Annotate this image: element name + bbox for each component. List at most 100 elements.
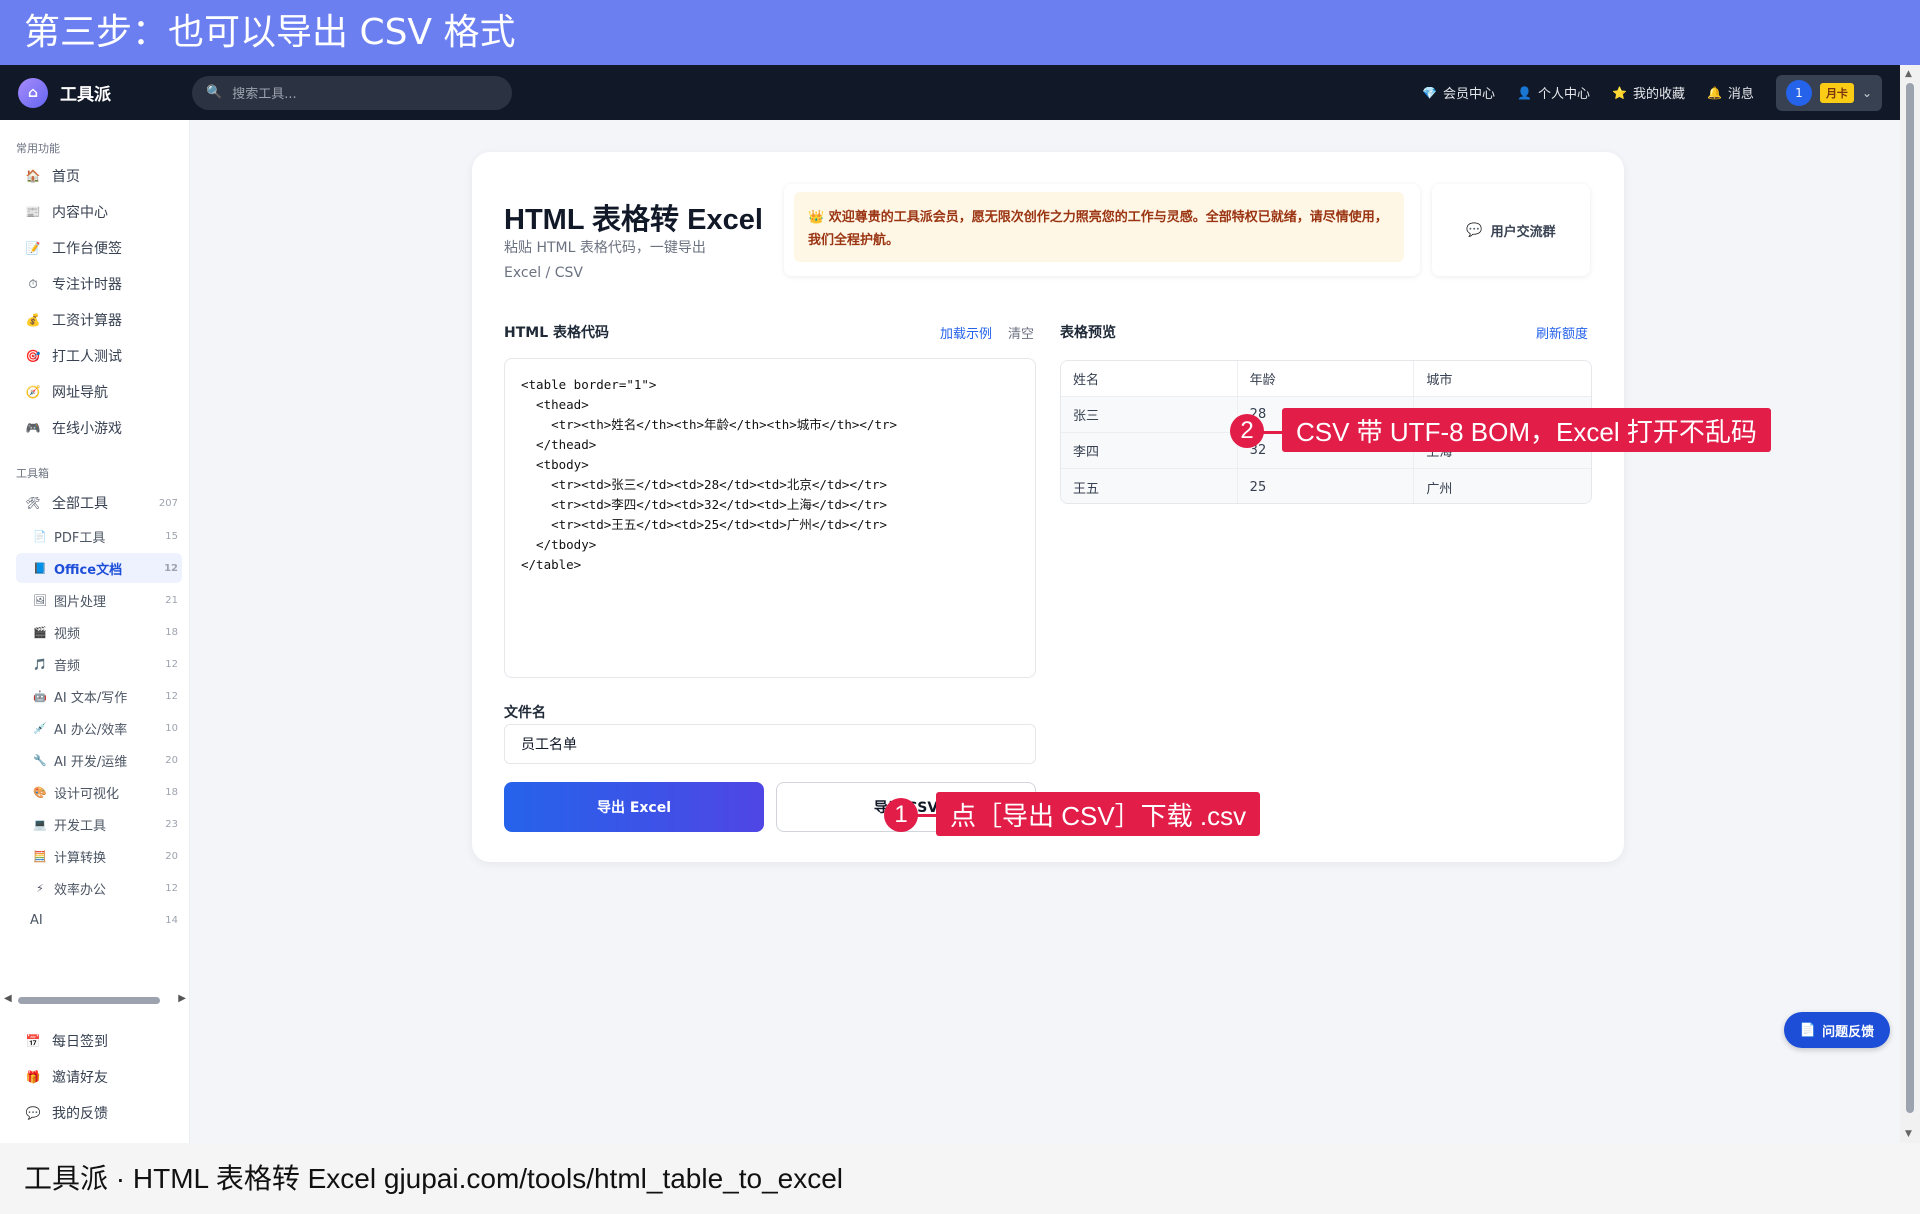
member-notice-text: 欢迎尊贵的工具派会员，愿无限次创作之力照亮您的工作与灵感。全部特权已就绪，请尽情… [808,210,1388,248]
target-icon: 🎯 [25,349,41,363]
sidebar-item-label: 打工人测试 [52,349,122,365]
chat-icon: 💬 [25,1106,41,1120]
sidebar-item-dev-tools[interactable]: 💻 开发工具 23 [16,809,182,839]
page-scrollbar[interactable]: ▲ ▼ [1900,65,1920,1143]
tool-count: 12 [164,562,178,574]
table-header-cell: 年龄 [1238,361,1415,396]
brand-logo-icon: ⌂ [18,77,48,108]
chevron-down-icon: ⌄ [1861,85,1872,100]
refresh-quota-link[interactable]: 刷新额度 [1536,323,1588,342]
nav-right: 💎 会员中心 👤 个人中心 ⭐ 我的收藏 🔔 消息 1 月卡 ⌄ [1422,74,1882,111]
member-notice: 👑 欢迎尊贵的工具派会员，愿无限次创作之力照亮您的工作与灵感。全部特权已就绪，请… [794,192,1404,262]
sidebar-item-video[interactable]: 🎬 视频 18 [16,617,182,647]
bell-icon: 🔔 [1706,85,1722,100]
sidebar-item-timer[interactable]: ⏱ 专注计时器 [16,269,182,299]
tool-count: 12 [165,882,178,894]
member-notice-box: 👑 欢迎尊贵的工具派会员，愿无限次创作之力照亮您的工作与灵感。全部特权已就绪，请… [784,184,1420,276]
bottom-caption: 工具派 · HTML 表格转 Excel gjupai.com/tools/ht… [0,1143,1920,1214]
sidebar-item-label: 设计可视化 [54,786,120,802]
money-icon: 💰 [25,313,41,327]
crown-icon: 👑 [808,210,825,225]
nav-favorites-label: 我的收藏 [1632,87,1685,102]
sidebar-item-label: 音频 [54,658,81,674]
scroll-down-icon[interactable]: ▼ [1905,1129,1912,1139]
tool-count: 20 [165,850,178,862]
sidebar-item-ai-dev[interactable]: 🔧 AI 开发/运维 20 [16,745,182,775]
star-icon: ⭐ [1612,85,1627,100]
scrollbar-thumb[interactable] [18,997,160,1004]
sidebar-item-label: 全部工具 [52,496,108,512]
user-menu[interactable]: 1 月卡 ⌄ [1775,74,1882,111]
sidebar-item-ai-writing[interactable]: 🤖 AI 文本/写作 12 [16,681,182,711]
nav-profile[interactable]: 👤 个人中心 [1517,83,1590,103]
annotation-callout-2: CSV 带 UTF-8 BOM，Excel 打开不乱码 [1282,408,1771,452]
table-cell: 张三 [1061,397,1238,432]
gift-icon: 🎁 [25,1070,41,1084]
nav-favorites[interactable]: ⭐ 我的收藏 [1612,83,1685,103]
sidebar-item-content[interactable]: 📰 内容中心 [16,197,182,227]
home-icon: 🏠 [25,169,41,183]
memo-icon: 📝 [25,241,41,255]
calculator-icon: 🧮 [33,849,47,863]
table-header-cell: 城市 [1426,373,1453,388]
timer-icon: ⏱ [28,276,38,291]
sidebar-item-image[interactable]: 🖼 图片处理 21 [16,585,182,615]
user-group-button[interactable]: 💬 用户交流群 [1432,184,1590,276]
sidebar-item-memo[interactable]: 📝 工作台便签 [16,233,182,263]
sidebar-item-checkin[interactable]: 📅 每日签到 [16,1026,182,1056]
sidebar-item-nav[interactable]: 🧭 网址导航 [16,377,182,407]
sidebar-item-label: 开发工具 [54,818,107,834]
scroll-left-icon[interactable]: ◀ [4,993,12,1004]
load-example-link[interactable]: 加载示例 [940,323,992,342]
sidebar-item-audio[interactable]: 🎵 音频 12 [16,649,182,679]
sidebar-item-feedback[interactable]: 💬 我的反馈 [16,1098,182,1128]
pdf-icon: 📄 [33,529,47,543]
sidebar-item-design[interactable]: 🎨 设计可视化 18 [16,777,182,807]
scroll-right-icon[interactable]: ▶ [178,993,186,1004]
scrollbar-thumb[interactable] [1906,83,1914,1113]
sidebar-scrollbar[interactable]: ◀ ▶ [4,993,186,1007]
sidebar-item-label: 内容中心 [52,205,108,221]
sidebar-item-label: 计算转换 [54,850,107,866]
nav-messages[interactable]: 🔔 消息 [1706,83,1754,103]
sidebar-item-salary[interactable]: 💰 工资计算器 [16,305,182,335]
feedback-button[interactable]: 📄 问题反馈 [1784,1012,1890,1048]
search-input[interactable]: 🔍 搜索工具... [192,75,512,110]
tools-icon: 🛠 [25,496,41,510]
sidebar-item-invite[interactable]: 🎁 邀请好友 [16,1062,182,1092]
video-icon: 🎬 [33,625,47,639]
diamond-icon: 💎 [1422,85,1438,100]
sidebar-item-all-tools[interactable]: 🛠 全部工具 207 [16,488,182,518]
export-excel-button[interactable]: 导出 Excel [504,782,764,832]
sidebar-item-pdf[interactable]: 📄 PDF工具 15 [16,521,182,551]
sidebar-item-games[interactable]: 🎮 在线小游戏 [16,413,182,443]
content-icon: 📰 [25,205,41,219]
sidebar-item-ai[interactable]: AI 14 [16,905,182,935]
nav-membership[interactable]: 💎 会员中心 [1422,83,1495,103]
sidebar-item-calc[interactable]: 🧮 计算转换 20 [16,841,182,871]
calendar-icon: 📅 [25,1034,41,1048]
feedback-label: 问题反馈 [1822,1024,1875,1040]
ai-dev-icon: 🔧 [33,753,47,767]
tool-count: 12 [165,690,178,702]
sidebar-item-test[interactable]: 🎯 打工人测试 [16,341,182,371]
sidebar-item-office[interactable]: 📘 Office文档 12 [16,553,182,583]
brand[interactable]: ⌂ 工具派 [18,77,188,108]
scroll-up-icon[interactable]: ▲ [1905,69,1912,79]
table-header-row: 姓名 年龄 城市 [1061,361,1591,397]
tool-count: 12 [165,658,178,670]
nav-messages-label: 消息 [1727,87,1754,102]
sidebar-item-efficiency[interactable]: ⚡ 效率办公 12 [16,873,182,903]
gamepad-icon: 🎮 [25,421,41,435]
table-row: 王五 25 广州 [1061,469,1591,503]
sidebar-item-home[interactable]: 🏠 首页 [16,161,182,191]
sidebar-item-label: 首页 [52,169,80,185]
sidebar-item-label: 工资计算器 [52,313,122,329]
filename-input[interactable]: 员工名单 [504,724,1036,764]
table-cell: 王五 [1061,469,1238,503]
image-icon: 🖼 [33,593,47,607]
sidebar-item-ai-office[interactable]: 💉 AI 办公/效率 10 [16,713,182,743]
clear-link[interactable]: 清空 [1008,323,1034,342]
html-code-textarea[interactable]: <table border="1"> <thead> <tr><th>姓名</t… [504,358,1036,678]
sidebar-section-common: 常用功能 [16,142,60,155]
